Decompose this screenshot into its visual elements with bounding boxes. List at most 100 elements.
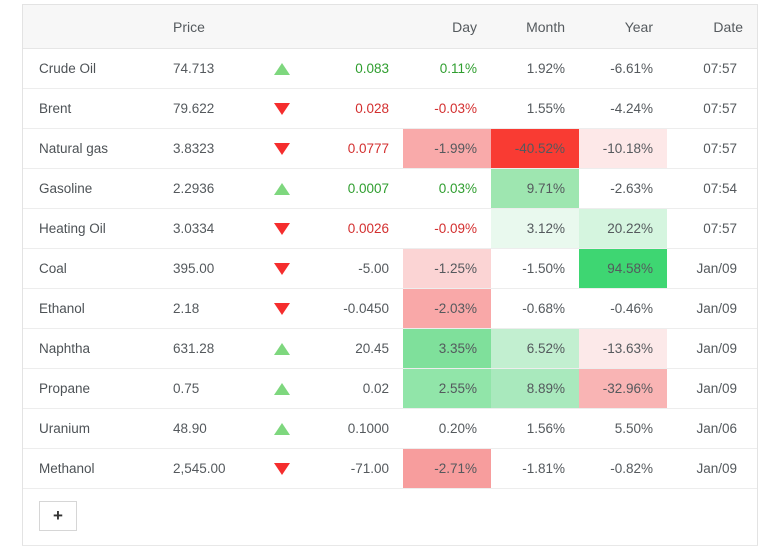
instrument-name[interactable]: Coal [23, 248, 153, 289]
trend-cell [253, 408, 311, 449]
change-month: 1.55% [491, 88, 579, 129]
change-day: 0.03% [403, 168, 491, 209]
instrument-name[interactable]: Uranium [23, 408, 153, 449]
instrument-name[interactable]: Brent [23, 88, 153, 129]
instrument-price: 395.00 [153, 248, 253, 289]
price-change: 0.0777 [311, 128, 403, 169]
price-change: -5.00 [311, 248, 403, 289]
table-row[interactable]: Natural gas 3.8323 0.0777 -1.99% -40.52% -10.… [23, 128, 757, 169]
instrument-name[interactable]: Ethanol [23, 288, 153, 329]
table-header: Price Day Month Year Date [23, 5, 757, 49]
change-day: -1.99% [403, 128, 491, 169]
quote-date: 07:57 [667, 208, 757, 249]
change-month: -1.81% [491, 448, 579, 489]
instrument-price: 3.0334 [153, 208, 253, 249]
change-day: 0.20% [403, 408, 491, 449]
instrument-name[interactable]: Gasoline [23, 168, 153, 209]
change-month: 9.71% [491, 168, 579, 209]
change-month: 3.12% [491, 208, 579, 249]
table-row[interactable]: Uranium 48.90 0.1000 0.20% 1.56% 5.50% Jan/06 [23, 408, 757, 449]
instrument-price: 3.8323 [153, 128, 253, 169]
change-month: 1.56% [491, 408, 579, 449]
table-row[interactable]: Coal 395.00 -5.00 -1.25% -1.50% 94.58% Jan/09 [23, 248, 757, 289]
trend-cell [253, 288, 311, 329]
change-day: -2.03% [403, 288, 491, 329]
trend-cell [253, 448, 311, 489]
price-change: 0.028 [311, 88, 403, 129]
instrument-price: 631.28 [153, 328, 253, 369]
instrument-price: 2,545.00 [153, 448, 253, 489]
change-month: -1.50% [491, 248, 579, 289]
quote-date: Jan/09 [667, 368, 757, 409]
column-header-name[interactable] [23, 5, 153, 49]
trend-cell [253, 128, 311, 169]
change-day: -1.25% [403, 248, 491, 289]
up-triangle-icon [274, 343, 290, 356]
column-header-date[interactable]: Date [667, 5, 757, 49]
column-header-month[interactable]: Month [491, 5, 579, 49]
quote-date: Jan/09 [667, 448, 757, 489]
instrument-name[interactable]: Naphtha [23, 328, 153, 369]
commodities-table: Price Day Month Year Date Crude Oil 74.71… [23, 5, 757, 489]
column-header-change[interactable] [311, 5, 403, 49]
column-header-trend[interactable] [253, 5, 311, 49]
trend-cell [253, 88, 311, 129]
quote-date: 07:57 [667, 88, 757, 129]
table-row[interactable]: Brent 79.622 0.028 -0.03% 1.55% -4.24% 07:57 [23, 88, 757, 129]
price-change: -0.0450 [311, 288, 403, 329]
instrument-price: 79.622 [153, 88, 253, 129]
column-header-day[interactable]: Day [403, 5, 491, 49]
trend-cell [253, 368, 311, 409]
price-change: -71.00 [311, 448, 403, 489]
change-year: -0.82% [579, 448, 667, 489]
trend-cell [253, 328, 311, 369]
change-day: 3.35% [403, 328, 491, 369]
quote-date: Jan/06 [667, 408, 757, 449]
price-change: 0.0007 [311, 168, 403, 209]
quote-date: Jan/09 [667, 288, 757, 329]
change-month: 8.89% [491, 368, 579, 409]
table-row[interactable]: Heating Oil 3.0334 0.0026 -0.09% 3.12% 20.22%… [23, 208, 757, 249]
column-header-price[interactable]: Price [153, 5, 253, 49]
change-year: -2.63% [579, 168, 667, 209]
down-triangle-icon [274, 303, 290, 316]
change-year: -4.24% [579, 88, 667, 129]
change-day: -0.03% [403, 88, 491, 129]
change-month: 6.52% [491, 328, 579, 369]
table-row[interactable]: Propane 0.75 0.02 2.55% 8.89% -32.96% Jan/09 [23, 368, 757, 409]
header-row: Price Day Month Year Date [23, 5, 757, 49]
down-triangle-icon [274, 143, 290, 156]
quote-date: 07:57 [667, 128, 757, 169]
change-day: -2.71% [403, 448, 491, 489]
instrument-name[interactable]: Propane [23, 368, 153, 409]
table-row[interactable]: Naphtha 631.28 20.45 3.35% 6.52% -13.63% Jan/0… [23, 328, 757, 369]
up-triangle-icon [274, 423, 290, 436]
trend-cell [253, 208, 311, 249]
add-instrument-button[interactable]: + [39, 501, 77, 531]
change-year: 5.50% [579, 408, 667, 449]
table-row[interactable]: Gasoline 2.2936 0.0007 0.03% 9.71% -2.63% 07:5… [23, 168, 757, 209]
instrument-name[interactable]: Methanol [23, 448, 153, 489]
instrument-name[interactable]: Heating Oil [23, 208, 153, 249]
table-row[interactable]: Ethanol 2.18 -0.0450 -2.03% -0.68% -0.46% Jan/… [23, 288, 757, 329]
change-year: -0.46% [579, 288, 667, 329]
instrument-name[interactable]: Natural gas [23, 128, 153, 169]
change-year: -32.96% [579, 368, 667, 409]
price-change: 20.45 [311, 328, 403, 369]
commodities-panel: Price Day Month Year Date Crude Oil 74.71… [22, 4, 758, 546]
table-row[interactable]: Crude Oil 74.713 0.083 0.11% 1.92% -6.61% 07:5… [23, 48, 757, 89]
change-year: -6.61% [579, 48, 667, 89]
up-triangle-icon [274, 183, 290, 196]
down-triangle-icon [274, 223, 290, 236]
up-triangle-icon [274, 383, 290, 396]
table-row[interactable]: Methanol 2,545.00 -71.00 -2.71% -1.81% -0.82%… [23, 448, 757, 489]
change-month: -0.68% [491, 288, 579, 329]
up-triangle-icon [274, 63, 290, 76]
quote-date: Jan/09 [667, 248, 757, 289]
change-month: 1.92% [491, 48, 579, 89]
instrument-name[interactable]: Crude Oil [23, 48, 153, 89]
table-body: Crude Oil 74.713 0.083 0.11% 1.92% -6.61% 07:5… [23, 48, 757, 489]
column-header-year[interactable]: Year [579, 5, 667, 49]
instrument-price: 74.713 [153, 48, 253, 89]
add-row-area: + [23, 489, 757, 545]
